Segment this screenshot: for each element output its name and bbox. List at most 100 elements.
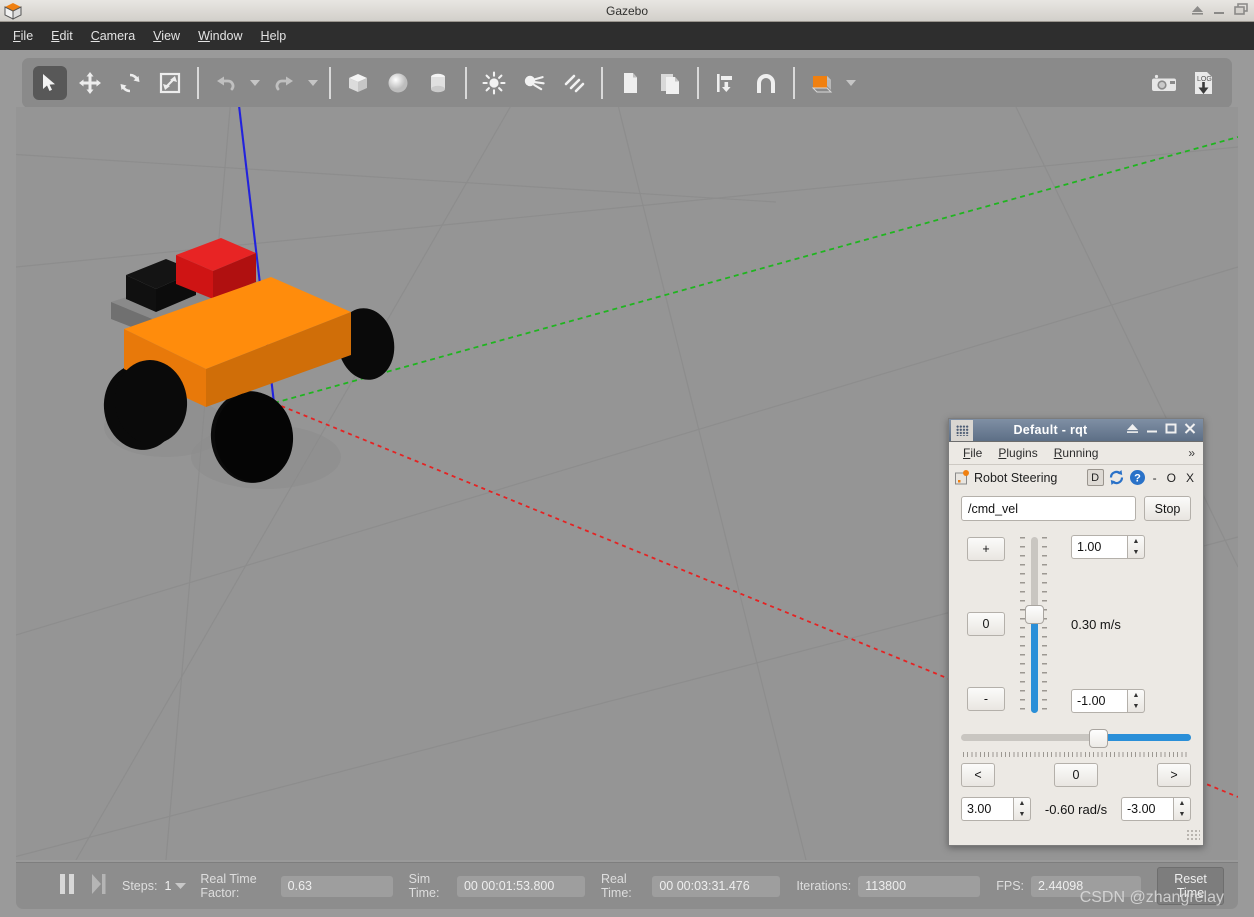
log-button[interactable]: LOG [1187, 66, 1221, 100]
screenshot-button[interactable] [1147, 66, 1181, 100]
rqt-menu-file[interactable]: File [955, 444, 990, 462]
select-mode-tool[interactable] [33, 66, 67, 100]
magnet-icon [757, 74, 775, 93]
spin-down-icon[interactable]: ▼ [1128, 547, 1144, 558]
linear-min-spinbox[interactable]: ▲▼ [1071, 689, 1145, 713]
translate-mode-tool[interactable] [73, 66, 107, 100]
stop-button[interactable]: Stop [1144, 496, 1191, 521]
snap-button[interactable] [749, 66, 783, 100]
linear-zero-button[interactable]: 0 [967, 612, 1005, 636]
rqt-menu-plugins[interactable]: Plugins [990, 444, 1045, 462]
spin-up-icon[interactable]: ▲ [1128, 690, 1144, 701]
insert-directional-light-button[interactable] [557, 66, 591, 100]
angular-velocity-slider[interactable] [961, 727, 1191, 757]
rqt-menu-running[interactable]: Running [1046, 444, 1107, 462]
rqt-menubar: File Plugins Running » [949, 442, 1203, 465]
angular-buttons: < 0 > [961, 763, 1191, 787]
refresh-icon[interactable] [1108, 469, 1125, 486]
scale-mode-tool[interactable] [153, 66, 187, 100]
angular-min-spin-arrows[interactable]: ▲ ▼ [1173, 797, 1191, 821]
paste-button[interactable] [653, 66, 687, 100]
linear-min-spin-arrows[interactable]: ▲ ▼ [1127, 689, 1145, 713]
redo-dropdown-caret[interactable] [308, 80, 318, 86]
spin-up-icon[interactable]: ▲ [1014, 798, 1030, 809]
menu-camera-mnemonic: C [90, 29, 100, 43]
point-light-icon [482, 71, 506, 95]
menu-window-mnemonic: W [198, 29, 210, 43]
topic-input[interactable] [961, 496, 1136, 521]
angular-max-input[interactable] [961, 797, 1013, 821]
angular-max-spin-arrows[interactable]: ▲ ▼ [1013, 797, 1031, 821]
undo-dropdown-caret[interactable] [250, 80, 260, 86]
rotate-mode-tool[interactable] [113, 66, 147, 100]
maximize-icon[interactable] [1234, 2, 1248, 20]
close-icon[interactable] [1184, 423, 1196, 437]
linear-increase-button[interactable]: + [967, 537, 1005, 561]
linear-min-input[interactable] [1071, 689, 1127, 713]
plugin-dock-button[interactable]: D [1086, 469, 1104, 486]
linear-max-input[interactable] [1071, 535, 1127, 559]
rqt-menu-file-rest: ile [970, 446, 983, 460]
insert-point-light-button[interactable] [477, 66, 511, 100]
insert-box-button[interactable] [341, 66, 375, 100]
help-icon[interactable]: ? [1129, 469, 1146, 486]
angular-right-button[interactable]: > [1157, 763, 1191, 787]
spin-down-icon[interactable]: ▼ [1014, 809, 1030, 820]
menu-help[interactable]: Help [252, 25, 296, 47]
undo-button[interactable] [209, 66, 243, 100]
menu-view[interactable]: View [144, 25, 189, 47]
insert-spot-light-button[interactable] [517, 66, 551, 100]
pause-icon[interactable] [58, 873, 76, 900]
slider-handle[interactable] [1025, 605, 1044, 625]
linear-velocity-slider[interactable] [1015, 533, 1061, 717]
align-button[interactable] [709, 66, 743, 100]
minimize-icon[interactable] [1213, 2, 1225, 20]
rqt-menu-overflow[interactable]: » [1188, 446, 1203, 460]
float-icon[interactable] [1126, 423, 1139, 437]
rqt-menu-plugins-rest: lugins [1006, 446, 1038, 460]
plugin-minimize-button[interactable]: - [1150, 471, 1160, 485]
spin-down-icon[interactable]: ▼ [1174, 809, 1190, 820]
rqt-grip-icon[interactable] [951, 419, 973, 441]
angular-left-button[interactable]: < [961, 763, 995, 787]
steps-dropdown-caret[interactable] [175, 877, 187, 895]
menu-camera[interactable]: Camera [82, 25, 144, 47]
angular-zero-button[interactable]: 0 [1054, 763, 1098, 787]
align-icon [717, 74, 732, 92]
angular-min-input[interactable] [1121, 797, 1173, 821]
step-forward-icon[interactable] [90, 873, 106, 900]
spin-up-icon[interactable]: ▲ [1128, 536, 1144, 547]
insert-sphere-button[interactable] [381, 66, 415, 100]
resize-grip[interactable] [1186, 829, 1200, 842]
linear-max-spin-arrows[interactable]: ▲ ▼ [1127, 535, 1145, 559]
cylinder-icon [431, 73, 445, 93]
hslider-handle[interactable] [1088, 729, 1108, 748]
linear-buttons: + 0 - [961, 533, 1011, 717]
rqt-titlebar[interactable]: Default - rqt [949, 419, 1203, 442]
view-angle-button[interactable] [805, 66, 839, 100]
hslider-ticks [963, 752, 1189, 757]
spin-down-icon[interactable]: ▼ [1128, 701, 1144, 712]
angular-min-spinbox[interactable]: ▲▼ [1121, 797, 1191, 821]
maximize-icon[interactable] [1165, 423, 1177, 437]
eject-icon[interactable] [1191, 2, 1204, 20]
plugin-close-button[interactable]: X [1183, 471, 1197, 485]
insert-cylinder-button[interactable] [421, 66, 455, 100]
linear-max-spinbox[interactable]: ▲▼ [1071, 535, 1145, 559]
plugin-float-button[interactable]: O [1164, 471, 1179, 485]
linear-decrease-button[interactable]: - [967, 687, 1005, 711]
camera-icon [1152, 74, 1176, 91]
copy-button[interactable] [613, 66, 647, 100]
menu-edit-rest: dit [59, 29, 73, 43]
redo-button[interactable] [267, 66, 301, 100]
view-angle-dropdown-caret[interactable] [846, 80, 856, 86]
angular-max-spinbox[interactable]: ▲▼ [961, 797, 1031, 821]
menu-file[interactable]: File [4, 25, 42, 47]
spin-up-icon[interactable]: ▲ [1174, 798, 1190, 809]
rqt-window-title: Default - rqt [1013, 423, 1088, 437]
minimize-icon[interactable] [1146, 423, 1158, 437]
toolbar-separator-4 [601, 67, 603, 99]
menu-window[interactable]: Window [189, 25, 251, 47]
reset-time-button[interactable]: Reset Time [1157, 867, 1224, 905]
menu-edit[interactable]: Edit [42, 25, 82, 47]
